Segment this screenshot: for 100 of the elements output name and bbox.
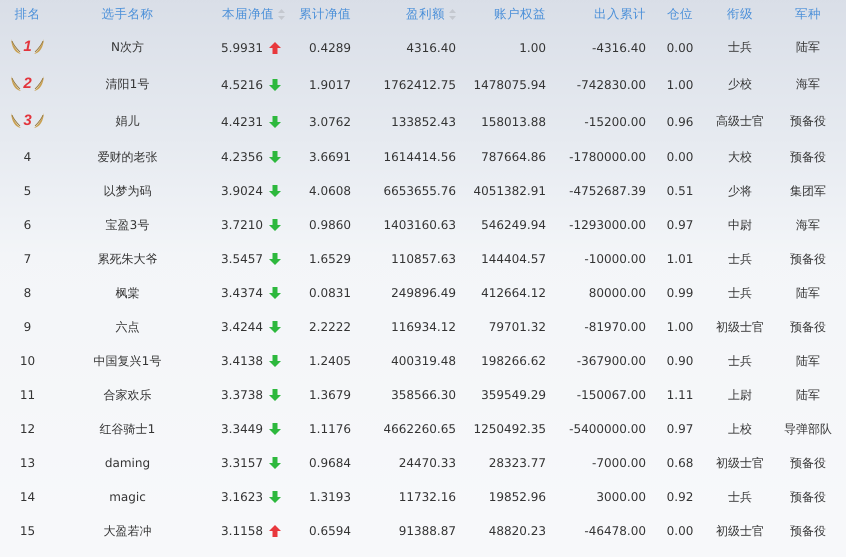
table-cell: 116934.12 [391,320,456,334]
rank-number: 12 [20,422,36,436]
table-cell: 爱财的老张 [98,150,158,164]
table-cell: daming [104,456,150,470]
table-cell: 79701.32 [488,320,546,334]
table-cell: 359549.29 [481,388,546,402]
table-cell: 4051382.91 [473,184,546,198]
table-cell: 412664.12 [481,286,546,300]
table-cell: 1.2405 [309,354,351,368]
column-header[interactable]: 盈利额 [355,0,460,29]
rank-number: 5 [24,184,32,198]
table-cell: 48820.23 [488,524,546,538]
table-cell-text: 4.4231 [220,114,263,128]
table-cell: 0.9860 [309,218,351,232]
column-header: 出入累计 [593,5,647,23]
rank-number: 4 [24,150,32,164]
table-cell: 宝盈3号 [106,218,150,232]
rank-number: 6 [24,218,32,232]
table-cell: 158013.88 [481,114,546,128]
table-cell: 1614414.56 [383,150,456,164]
table-cell: -1780000.00 [569,150,646,164]
table-cell: 4316.40 [406,40,456,54]
rank-number: 14 [20,490,36,504]
table-cell: 娟儿 [116,114,140,128]
laurel-icon [10,37,22,55]
table-cell: 1.3193 [309,490,351,504]
sort-icon[interactable] [449,9,456,20]
table-cell: 预备役 [790,252,826,266]
table-cell: -1293000.00 [569,218,646,232]
table-cell: 28323.77 [488,456,546,470]
rank-number: 10 [20,354,36,368]
table-cell: 预备役 [790,524,826,538]
table-cell: 0.99 [666,286,694,300]
table-cell: 110857.63 [391,252,456,266]
table-cell: -15200.00 [584,114,646,128]
table-cell: -46478.00 [584,524,646,538]
table-cell: -742830.00 [576,78,646,92]
table-cell: 1.00 [666,320,694,334]
table-cell: 枫棠 [116,286,140,300]
table-cell: 1403160.63 [383,218,456,232]
table-cell: 3.0762 [309,114,351,128]
table-cell-text: 3.3449 [220,422,263,436]
column-header: 选手名称 [100,5,154,23]
laurel-icon [32,37,45,55]
rank-number: 9 [24,320,32,334]
table-cell: 陆军 [796,286,820,300]
table-cell: 0.51 [666,184,694,198]
table-cell: 1.00 [519,40,546,54]
table-cell: 士兵 [728,252,752,266]
table-cell: magic [109,490,146,504]
table-cell: 1.00 [666,78,694,92]
table-cell: 中尉 [728,218,752,232]
table-cell-text: 3.4374 [220,286,263,300]
table-cell: 133852.43 [391,114,456,128]
table-cell: 海军 [796,77,820,91]
table-cell: 144404.57 [481,252,546,266]
table-cell: 4.0608 [309,184,351,198]
table-cell: 787664.86 [481,150,546,164]
table-cell-text: 3.4244 [220,320,263,334]
table-cell: 预备役 [790,114,826,128]
table-cell: 以梦为码 [104,184,152,198]
column-header: 排名 [14,5,42,23]
table-cell: 0.92 [666,490,694,504]
column-header: 仓位 [666,5,694,23]
table-cell-text: 4.5216 [220,78,263,92]
table-cell: 91388.87 [398,524,456,538]
rank-medal: 1 [10,37,45,55]
table-cell: -5400000.00 [569,422,646,436]
table-cell: 11732.16 [398,490,456,504]
table-cell-text: 3.9024 [220,184,263,198]
laurel-icon [10,74,22,92]
table-cell: 0.97 [666,422,694,436]
table-cell: 红谷骑士1 [100,422,156,436]
table-cell: 546249.94 [481,218,546,232]
table-cell: 陆军 [796,40,820,54]
column-header[interactable]: 本届净值 [200,0,285,29]
table-cell-text: 3.7210 [220,218,263,232]
table-cell: 0.00 [666,524,694,538]
table-cell: 初级士官 [716,456,764,470]
table-cell: 6653655.76 [383,184,456,198]
table-cell: 0.90 [666,354,694,368]
table-cell: -150067.00 [576,388,646,402]
table-cell: 3000.00 [596,490,646,504]
rank-number: 8 [24,286,32,300]
table-cell: 上校 [728,422,752,436]
sort-icon[interactable] [278,9,285,20]
table-cell: 1.11 [666,388,694,402]
table-cell: 预备役 [790,320,826,334]
table-cell: 0.00 [666,40,694,54]
table-cell: 士兵 [728,40,752,54]
table-cell: 合家欢乐 [104,388,152,402]
table-cell: 陆军 [796,354,820,368]
column-header: 累计净值 [285,0,355,29]
table-cell-text: 3.3157 [220,456,263,470]
table-cell: 0.97 [666,218,694,232]
table-cell: 预备役 [790,490,826,504]
table-cell: 80000.00 [588,286,646,300]
table-cell-text: 3.1158 [220,524,263,538]
table-cell: 358566.30 [391,388,456,402]
table-cell: -4752687.39 [569,184,646,198]
